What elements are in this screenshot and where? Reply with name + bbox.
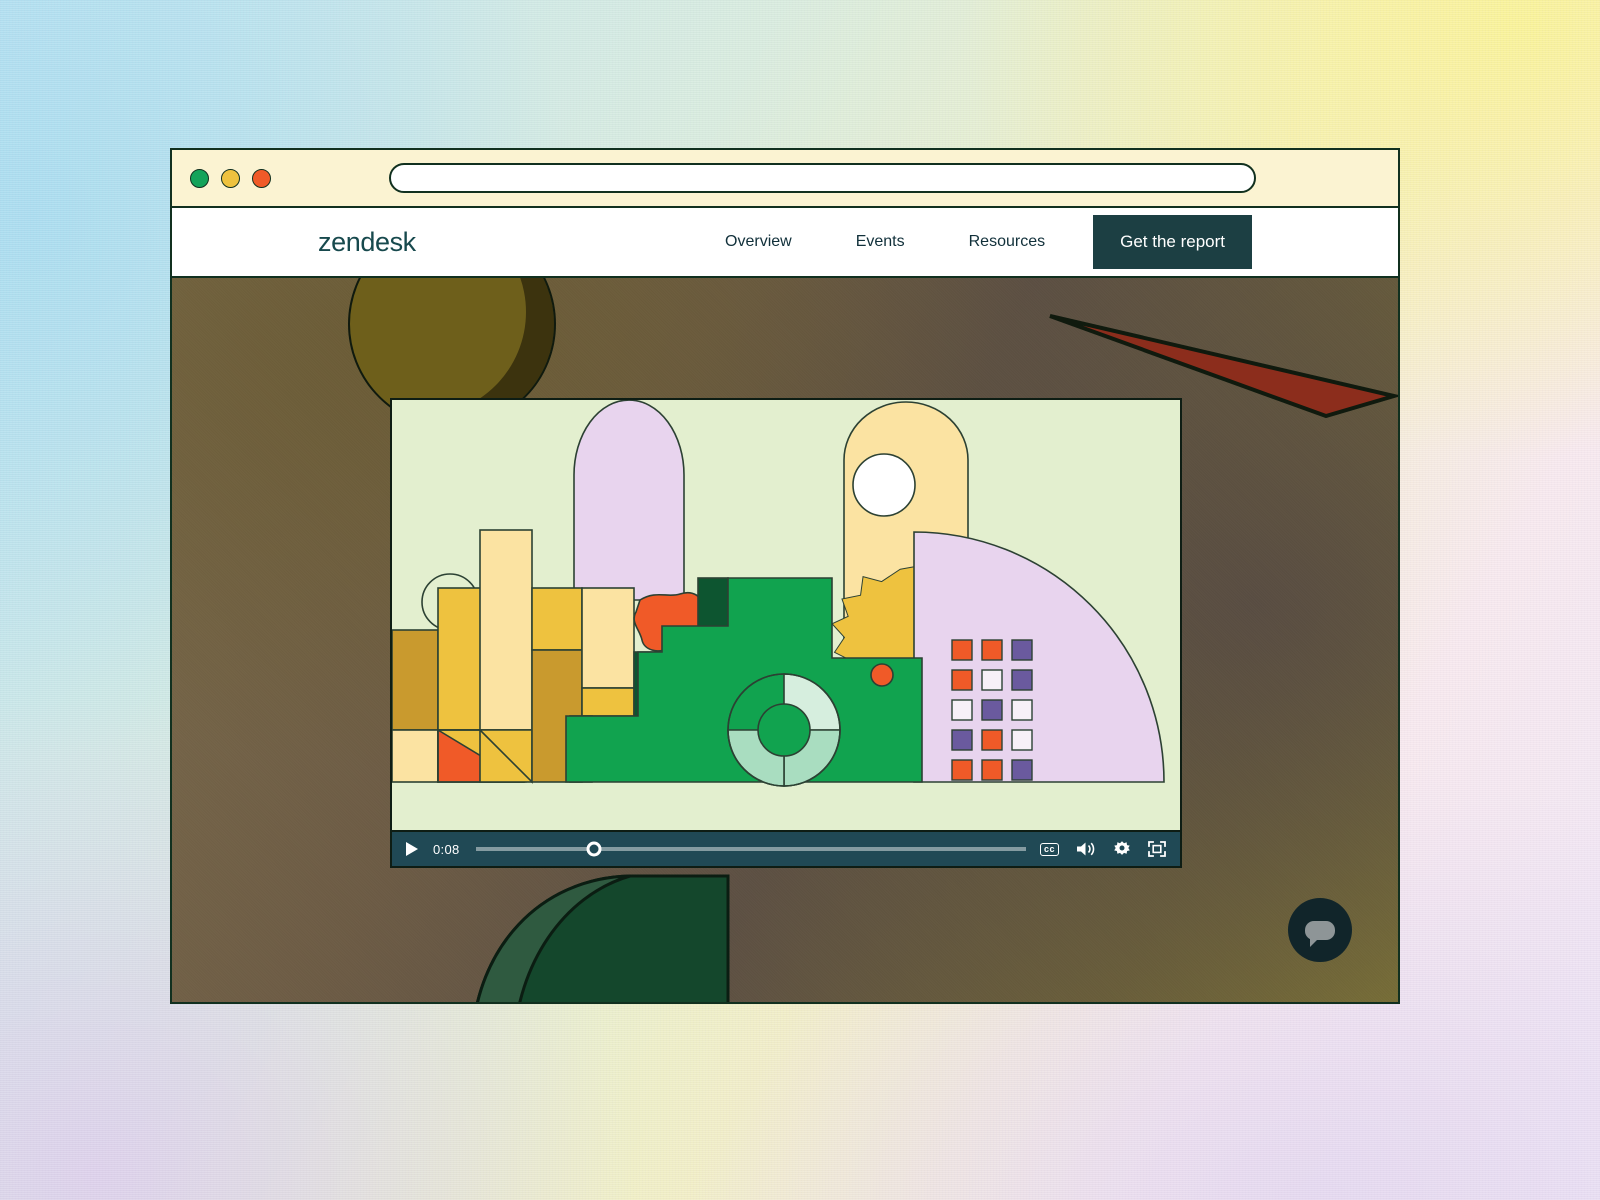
current-time-label: 0:08 bbox=[433, 841, 460, 857]
nav-links: Overview Events Resources Get the report bbox=[693, 215, 1398, 269]
play-icon[interactable] bbox=[405, 842, 419, 856]
page-backdrop: zendesk Overview Events Resources Get th… bbox=[0, 0, 1600, 1200]
traffic-light-dots bbox=[190, 168, 271, 188]
get-the-report-button[interactable]: Get the report bbox=[1093, 215, 1252, 269]
green-dome-shape bbox=[470, 874, 730, 1002]
grid-square bbox=[951, 669, 973, 691]
chat-widget-button[interactable] bbox=[1288, 898, 1352, 962]
browser-chrome-bar bbox=[172, 150, 1398, 208]
video-player[interactable]: 0:08 cc bbox=[390, 398, 1182, 868]
grid-square bbox=[951, 639, 973, 661]
gear-icon bbox=[1114, 841, 1130, 855]
site-navbar: zendesk Overview Events Resources Get th… bbox=[172, 208, 1398, 278]
nav-link-resources[interactable]: Resources bbox=[937, 233, 1077, 251]
grid-square bbox=[981, 759, 1003, 781]
minimize-dot[interactable] bbox=[221, 168, 240, 188]
progress-bar[interactable] bbox=[475, 841, 1026, 857]
grid-square bbox=[981, 669, 1003, 691]
fullscreen-button[interactable] bbox=[1148, 841, 1166, 857]
chat-bubble-icon bbox=[1305, 920, 1335, 947]
video-stage bbox=[392, 400, 1180, 830]
grid-square bbox=[1011, 729, 1033, 751]
volume-button[interactable] bbox=[1076, 841, 1096, 857]
browser-window: zendesk Overview Events Resources Get th… bbox=[170, 148, 1400, 1004]
progress-scrubber[interactable] bbox=[586, 841, 602, 857]
grid-square bbox=[951, 699, 973, 721]
grid-square bbox=[1011, 639, 1033, 661]
maximize-dot[interactable] bbox=[252, 168, 271, 188]
settings-button[interactable] bbox=[1113, 840, 1131, 858]
fullscreen-icon bbox=[1148, 841, 1166, 857]
volume-icon bbox=[1077, 842, 1095, 856]
grid-square bbox=[951, 729, 973, 751]
hero-scene: 0:08 cc bbox=[172, 278, 1398, 1002]
grid-square bbox=[981, 729, 1003, 751]
nav-link-events[interactable]: Events bbox=[824, 233, 937, 251]
close-dot[interactable] bbox=[190, 168, 209, 188]
video-controls-bar: 0:08 cc bbox=[392, 830, 1180, 866]
cc-label: cc bbox=[1039, 842, 1059, 856]
zendesk-logo[interactable]: zendesk bbox=[318, 227, 416, 258]
abstract-illustration bbox=[392, 400, 1180, 830]
grid-square bbox=[1011, 699, 1033, 721]
grid-square bbox=[981, 639, 1003, 661]
grid-square bbox=[981, 699, 1003, 721]
grid-square bbox=[951, 759, 973, 781]
grid-square bbox=[1011, 669, 1033, 691]
address-bar[interactable] bbox=[389, 163, 1256, 193]
nav-link-overview[interactable]: Overview bbox=[693, 233, 824, 251]
captions-button[interactable]: cc bbox=[1039, 842, 1059, 856]
grid-square bbox=[1011, 759, 1033, 781]
